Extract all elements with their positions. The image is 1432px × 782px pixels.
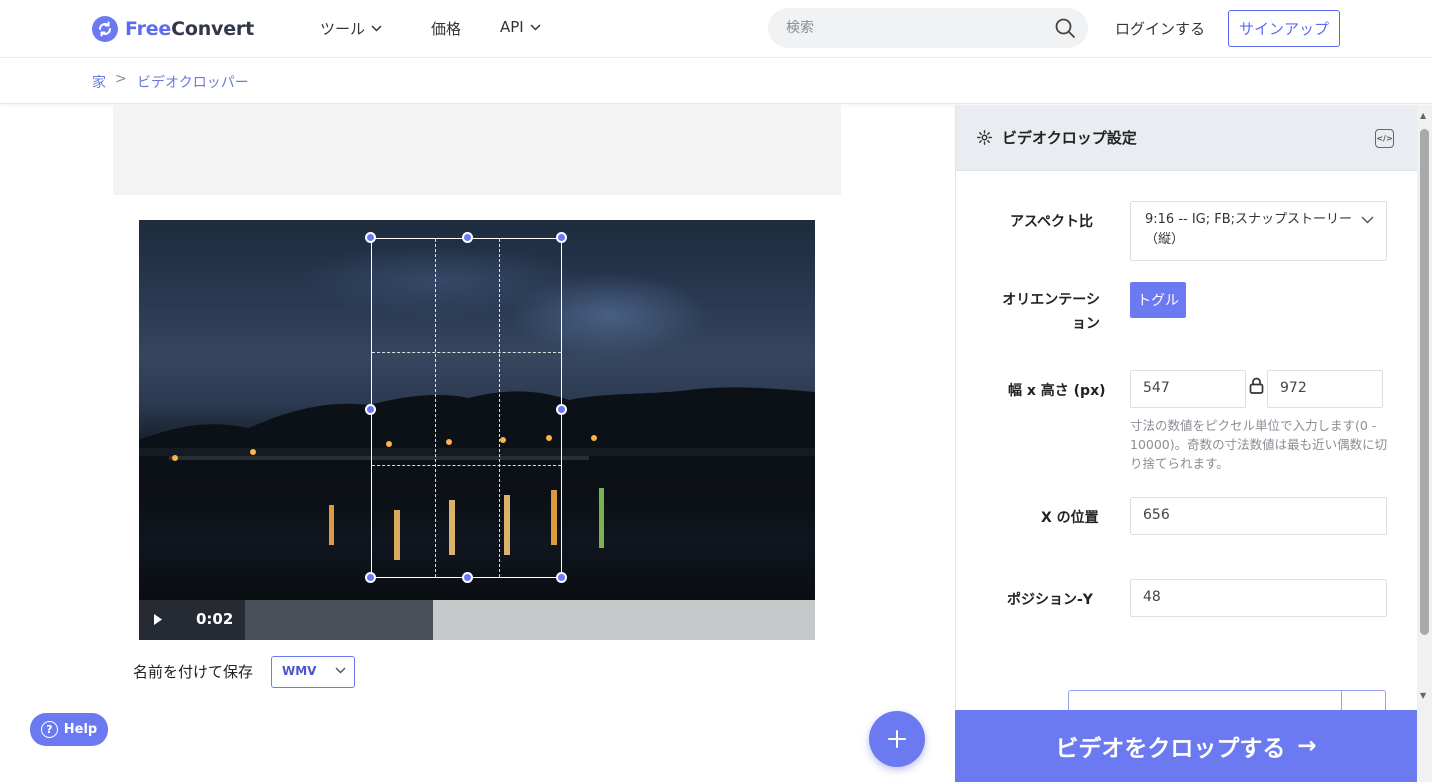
crop-handle-left[interactable] — [365, 404, 376, 415]
chevron-down-icon — [335, 667, 346, 674]
search-box — [768, 8, 1088, 48]
search-icon[interactable] — [1054, 17, 1076, 39]
crop-handle-bottom[interactable] — [462, 572, 473, 583]
orientation-label: オリエンテーション — [1002, 292, 1100, 332]
aspect-ratio-label: アスペクト比 — [1010, 214, 1094, 230]
crop-frame[interactable] — [365, 232, 567, 583]
settings-title: ビデオクロップ設定 — [1002, 129, 1137, 147]
save-as-label: 名前を付けて保存 — [133, 663, 254, 681]
help-button[interactable]: ? Help — [30, 713, 108, 746]
nav-tools-label: ツール — [320, 20, 366, 38]
breadcrumb-separator: > — [115, 71, 127, 87]
scroll-up-icon[interactable]: ▲ — [1420, 111, 1426, 120]
playback-time: 0:02 — [196, 610, 234, 628]
crop-handle-top-right[interactable] — [556, 232, 567, 243]
nav-tools[interactable]: ツール — [320, 18, 382, 39]
nav-api[interactable]: API — [500, 18, 541, 36]
aspect-ratio-select[interactable]: 9:16 -- IG; FB;スナップストーリー（縦） — [1130, 201, 1387, 261]
crop-settings-panel: ビデオクロップ設定 </> アスペクト比 9:16 -- IG; FB;スナップ… — [955, 105, 1418, 782]
breadcrumb-current: ビデオクロッパー — [137, 75, 249, 91]
y-position-label: ポジション-Y — [1007, 592, 1093, 608]
breadcrumb: 家 > ビデオクロッパー — [0, 58, 1432, 104]
question-icon: ? — [40, 721, 58, 738]
crop-handle-bottom-right[interactable] — [556, 572, 567, 583]
search-input[interactable] — [786, 8, 1046, 48]
crop-handle-top-left[interactable] — [365, 232, 376, 243]
crop-video-label: ビデオをクロップする — [1055, 736, 1286, 762]
orientation-toggle-button[interactable]: トグル — [1130, 282, 1186, 318]
y-position-input[interactable]: 48 — [1130, 579, 1387, 617]
code-icon[interactable]: </> — [1375, 129, 1394, 148]
freeconvert-logo[interactable]: FreeConvert — [92, 16, 254, 42]
height-input[interactable]: 972 — [1267, 370, 1383, 408]
ad-placeholder — [113, 104, 841, 195]
plus-icon — [888, 730, 906, 748]
chevron-down-icon — [1361, 216, 1374, 224]
output-format-select[interactable]: WMV — [271, 656, 355, 688]
logo-sync-icon — [92, 16, 118, 42]
settings-header: ビデオクロップ設定 </> — [956, 105, 1418, 171]
aspect-ratio-value: 9:16 -- IG; FB;スナップストーリー（縦） — [1145, 212, 1353, 247]
crop-handle-top[interactable] — [462, 232, 473, 243]
crop-grid-line — [435, 239, 436, 577]
login-link[interactable]: ログインする — [1115, 18, 1205, 39]
scroll-down-icon[interactable]: ▼ — [1420, 691, 1426, 700]
breadcrumb-home[interactable]: 家 — [92, 72, 106, 92]
crop-grid-line — [372, 465, 561, 466]
arrow-right-icon: → — [1297, 733, 1317, 759]
x-position-label: X の位置 — [1041, 510, 1099, 526]
crop-grid-line — [372, 352, 561, 353]
nav-pricing-label: 価格 — [431, 20, 462, 38]
lock-icon[interactable] — [1249, 377, 1264, 394]
crop-grid-line — [499, 239, 500, 577]
panel-scrollbar[interactable]: ▲ ▼ — [1417, 105, 1432, 782]
x-position-input[interactable]: 656 — [1130, 497, 1387, 535]
size-label: 幅 x 高さ (px) — [1008, 383, 1106, 399]
help-label: Help — [63, 722, 98, 737]
crop-handle-bottom-left[interactable] — [365, 572, 376, 583]
crop-video-button[interactable]: ビデオをクロップする → — [955, 710, 1417, 782]
signup-button[interactable]: サインアップ — [1228, 10, 1340, 47]
logo-text: FreeConvert — [125, 18, 254, 40]
output-format-value: WMV — [282, 664, 317, 678]
add-file-button[interactable] — [869, 711, 925, 767]
chevron-down-icon — [371, 25, 382, 32]
nav-pricing[interactable]: 価格 — [431, 18, 461, 39]
chevron-down-icon — [530, 23, 541, 31]
width-input[interactable]: 547 — [1130, 370, 1246, 408]
gear-icon — [977, 130, 992, 145]
controls-left: 0:02 — [139, 600, 245, 640]
scroll-thumb[interactable] — [1420, 129, 1429, 635]
size-hint: 寸法の数値をピクセル単位で入力します(0 - 10000)。奇数の寸法数値は最も… — [1130, 418, 1388, 471]
nav-api-label: API — [500, 18, 524, 36]
top-header: FreeConvert ツール 価格 API ログインする サインアップ — [0, 0, 1432, 58]
progress-bar[interactable] — [245, 600, 433, 640]
video-controls: 0:02 — [139, 600, 815, 640]
play-icon[interactable] — [153, 613, 163, 626]
crop-handle-right[interactable] — [556, 404, 567, 415]
